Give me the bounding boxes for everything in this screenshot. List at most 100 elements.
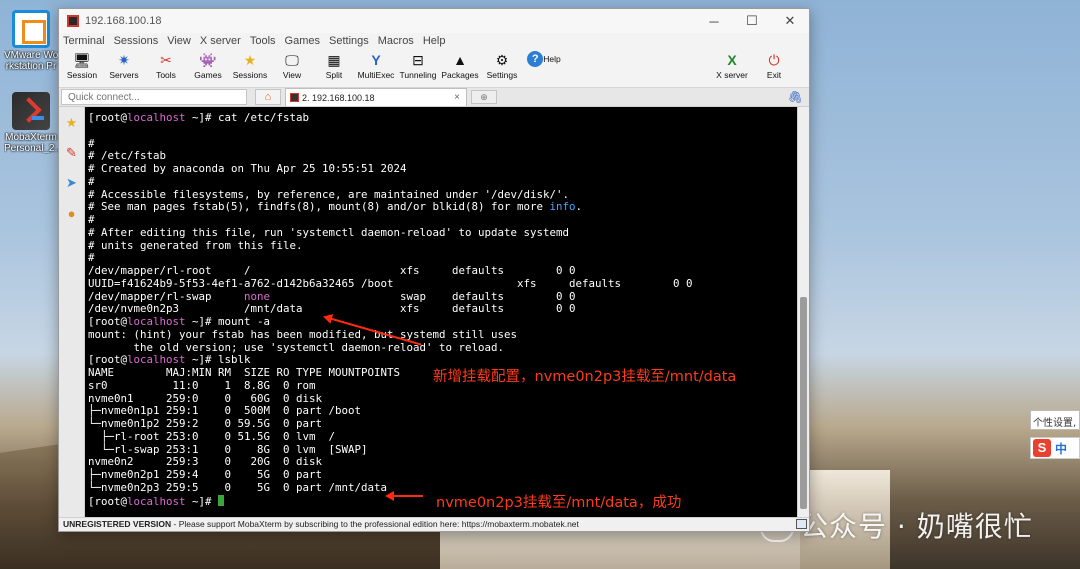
prompt-open: [root@ (88, 315, 128, 328)
desktop-icon-label: VMware Wo (4, 50, 58, 61)
ime-tooltip: 个性设置, (1030, 410, 1080, 430)
output-text: # See man pages fstab(5), findfs(8), mou… (88, 200, 550, 214)
toolbar-button-label: Exit (766, 70, 782, 80)
toolbar-button-games[interactable]: 👾 Games (187, 49, 229, 80)
home-tab[interactable]: ⌂ (255, 89, 281, 105)
toolbar-button-tunneling[interactable]: ⊟ Tunneling (397, 49, 439, 80)
session-tab[interactable]: 2. 192.168.100.18 × (285, 88, 467, 106)
terminal-output-line: # Created by anaconda on Thu Apr 25 10:5… (88, 162, 407, 175)
toolbar-button-exit[interactable]: ⏻ Exit (753, 49, 795, 80)
toolbar-button-multiexec[interactable]: Y MultiExec (355, 49, 397, 80)
command-text: lsblk (218, 353, 251, 367)
sidebar-star-icon[interactable]: ★ (62, 113, 82, 133)
desktop-icon-mobaxterm[interactable]: MobaXterm Personal_2... (4, 92, 58, 154)
prompt-host: localhost (127, 315, 186, 328)
mobaxterm-window: 192.168.100.18 ─ ☐ ✕ Terminal Sessions Vie… (58, 8, 810, 532)
toolbar-button-help[interactable]: ? Help (523, 49, 565, 80)
menu-item[interactable]: Settings (329, 35, 369, 47)
status-window-icon[interactable] (796, 519, 807, 529)
sogou-ime-icon[interactable]: S (1033, 439, 1051, 457)
terminal-output-line: ├─rl-root 253:0 0 51.5G 0 lvm / (88, 429, 336, 443)
output-highlight: info (549, 200, 576, 214)
attach-icon[interactable]: 🖇 (788, 90, 803, 104)
output-text: . (575, 200, 583, 214)
terminal-output-line: # See man pages fstab(5), findfs(8), mou… (88, 200, 797, 214)
toolbar-button-session[interactable]: 🖥 Session (61, 49, 103, 80)
tools-icon: ✂ (160, 52, 172, 68)
menu-item[interactable]: Games (285, 35, 320, 47)
maximize-button[interactable]: ☐ (733, 9, 771, 33)
prompt-open: [root@ (88, 494, 128, 508)
status-bar: UNREGISTERED VERSION - Please support Mo… (59, 517, 809, 531)
star-icon: ★ (243, 52, 257, 68)
window-title: 192.168.100.18 (85, 15, 162, 27)
status-message: - Please support MobaXterm by subscribin… (171, 519, 579, 529)
games-icon: 👾 (199, 52, 217, 68)
new-tab-button[interactable]: ⊕ (471, 90, 497, 104)
toolbar-button-label: Packages (441, 70, 479, 80)
output-text: swap defaults 0 0 (270, 289, 576, 303)
sidebar-macro-icon[interactable]: ● (62, 203, 82, 223)
close-button[interactable]: ✕ (771, 9, 809, 33)
toolbar-button-split[interactable]: ▦ Split (313, 49, 355, 80)
session-tab-close-icon[interactable]: × (454, 92, 460, 103)
scrollbar-thumb[interactable] (800, 297, 807, 509)
ime-mode-indicator[interactable]: 中 (1055, 440, 1067, 457)
menu-item[interactable]: Terminal (63, 35, 105, 47)
minimize-button[interactable]: ─ (695, 9, 733, 33)
terminal-output-line: └─nvme0n1p2 259:2 0 59.5G 0 part (88, 417, 323, 430)
terminal-scrollbar[interactable] (797, 107, 809, 517)
view-icon: 🖵 (285, 52, 299, 68)
toolbar-button-x-server[interactable]: X X server (711, 49, 753, 80)
output-highlight: none (244, 289, 271, 303)
terminal-output-line: mount: (hint) your fstab has been modifi… (88, 327, 518, 341)
terminal-output-line: ├─nvme0n2p1 259:4 0 5G 0 part (88, 468, 323, 481)
toolbar-button-label: Help (543, 54, 561, 64)
toolbar-button-packages[interactable]: ▲ Packages (439, 49, 481, 80)
toolbar-button-view[interactable]: 🖵 View (271, 49, 313, 80)
menu-item[interactable]: X server (200, 35, 241, 47)
servers-icon: ✷ (118, 52, 130, 68)
sidebar-send-icon[interactable]: ➤ (62, 173, 82, 193)
annotation-second: nvme0n2p3挂载至/mnt/data，成功 (436, 495, 682, 511)
terminal-output-line: # (88, 213, 95, 226)
toolbar-button-label: Servers (109, 70, 139, 80)
output-text: # Accessible filesystems, by reference, … (88, 187, 570, 201)
menu-item[interactable]: Macros (378, 35, 414, 47)
mobaxterm-icon (12, 92, 50, 130)
menu-item[interactable]: Tools (250, 35, 276, 47)
title-bar[interactable]: 192.168.100.18 ─ ☐ ✕ (59, 9, 809, 33)
unregistered-label: UNREGISTERED VERSION (63, 519, 172, 529)
toolbar-button-settings[interactable]: ⚙ Settings (481, 49, 523, 80)
exit-icon: ⏻ (768, 52, 780, 68)
toolbar-button-sessions[interactable]: ★ Sessions (229, 49, 271, 80)
terminal-output-line: # units generated from this file. (88, 238, 303, 252)
menu-item[interactable]: Help (423, 35, 446, 47)
packages-icon: ▲ (453, 52, 467, 68)
toolbar-button-label: Tunneling (399, 70, 437, 80)
terminal-output-line: # (88, 136, 95, 150)
quick-connect-input[interactable] (61, 89, 247, 105)
menu-item[interactable]: View (167, 35, 191, 47)
terminal[interactable]: [root@localhost ~]# cat /etc/fstab # # /e… (85, 107, 797, 517)
ime-toolbar[interactable]: S 中 (1030, 437, 1080, 459)
home-icon: ⌂ (264, 91, 272, 103)
prompt-host: localhost (127, 111, 186, 124)
command-text: cat /etc/fstab (218, 111, 310, 124)
prompt-close: ~]# (185, 494, 219, 508)
annotation-arrow-second (385, 491, 423, 501)
x-server-icon: X (727, 52, 737, 68)
terminal-output-line: # After editing this file, run 'systemct… (88, 225, 570, 239)
menu-item[interactable]: Sessions (114, 35, 159, 47)
desktop-icon-vmware[interactable]: VMware Wo rkstation Pr (4, 10, 58, 72)
annotation-first: 新增挂载配置，nvme0n2p3挂载至/mnt/data (433, 369, 737, 385)
prompt-host: localhost (127, 494, 186, 508)
sidebar-tools-icon[interactable]: ✎ (62, 143, 82, 163)
toolbar-button-tools[interactable]: ✂ Tools (145, 49, 187, 80)
toolbar: 🖥 Session ✷ Servers ✂ Tools 👾 Games ★ Sessions 🖵 Vi… (59, 49, 809, 87)
vmware-icon (12, 10, 50, 48)
toolbar-button-label: Tools (156, 70, 176, 80)
toolbar-button-servers[interactable]: ✷ Servers (103, 49, 145, 80)
left-sidebar: ★ ✎ ➤ ● (59, 107, 85, 517)
